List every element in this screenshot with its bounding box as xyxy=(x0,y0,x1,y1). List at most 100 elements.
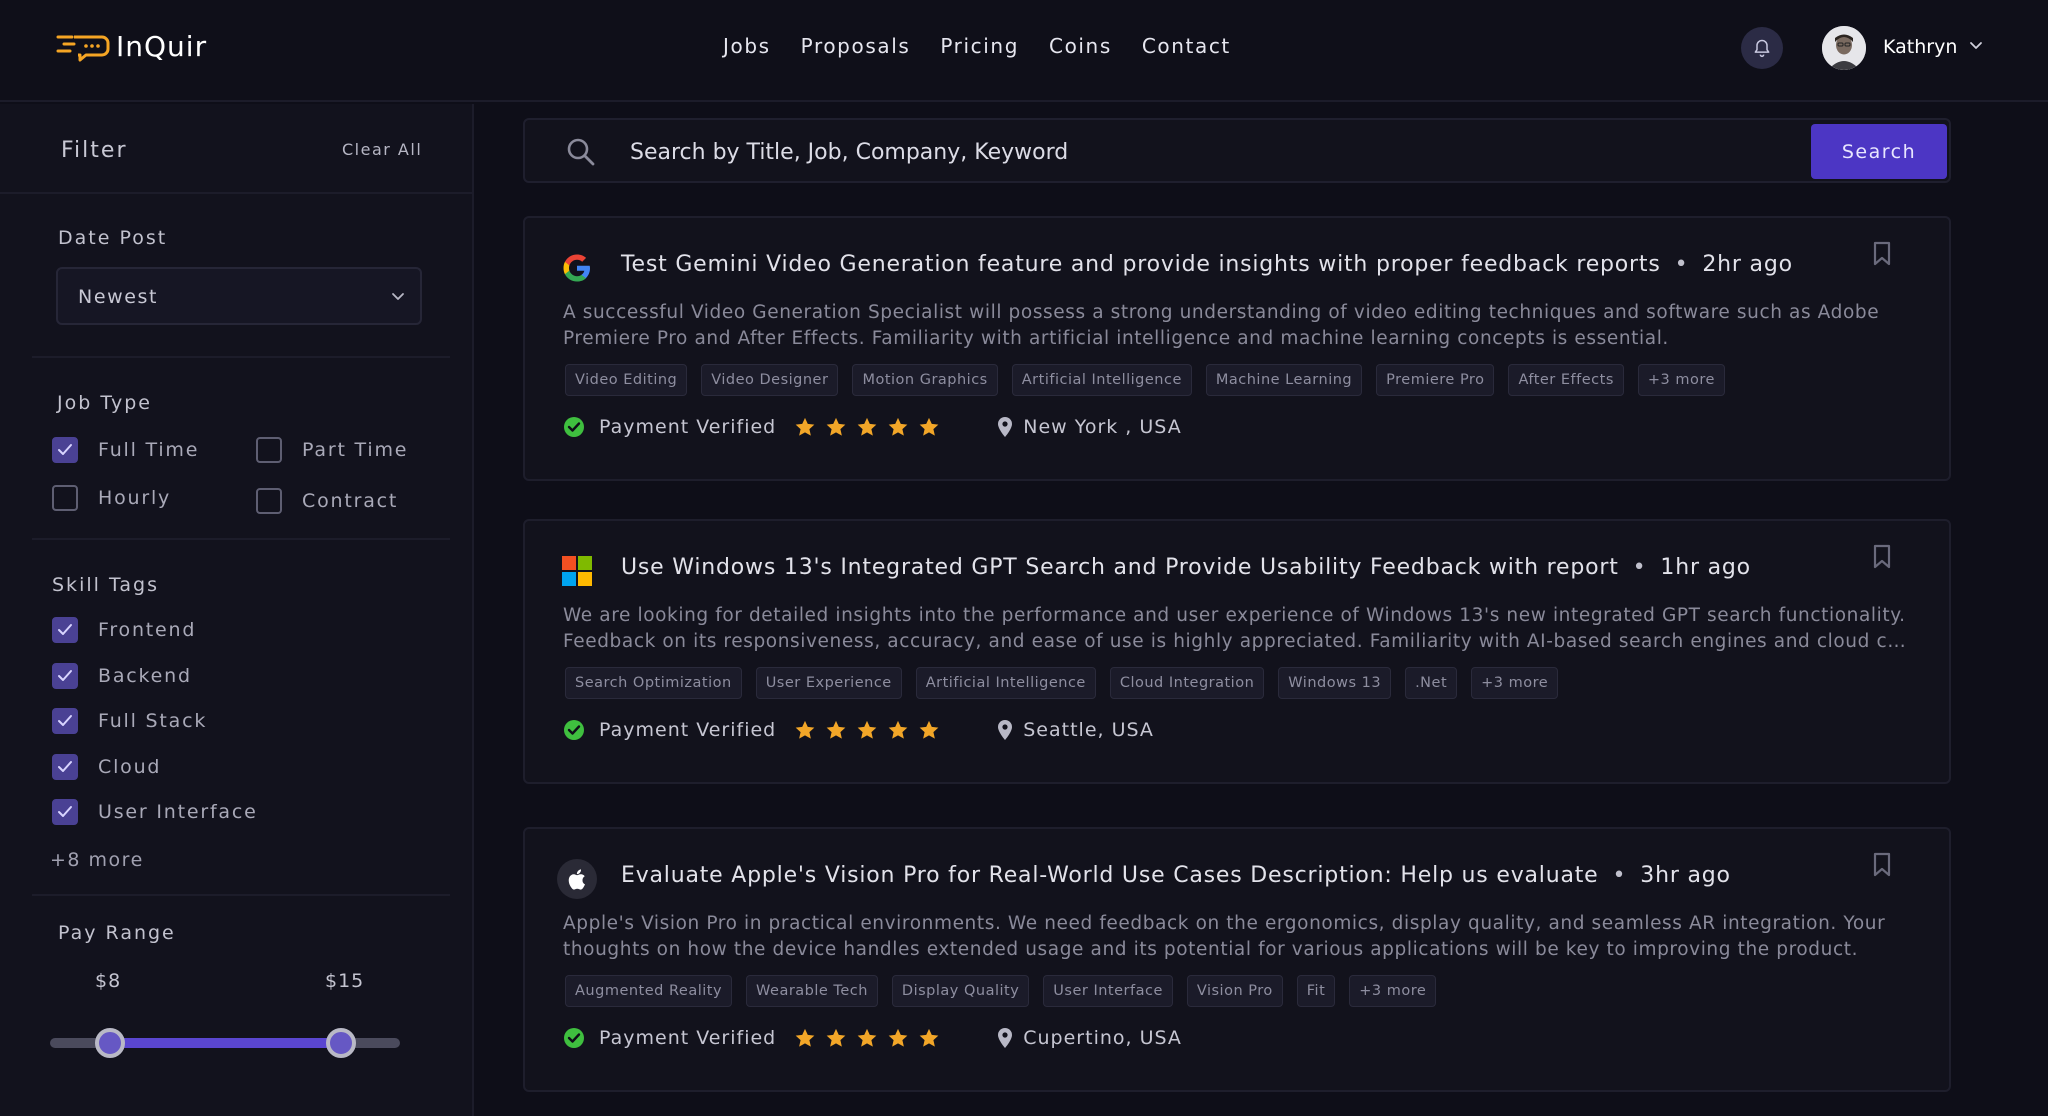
job-card[interactable]: Evaluate Apple's Vision Pro for Real-Wor… xyxy=(523,827,1951,1092)
job-type-hourly[interactable]: Hourly xyxy=(52,485,171,511)
job-location: Seattle, USA xyxy=(1023,719,1154,741)
pay-range-min-handle[interactable] xyxy=(94,1028,125,1058)
search-bar: Search xyxy=(523,118,1951,183)
skill-tag[interactable]: Wearable Tech xyxy=(746,975,878,1007)
bell-icon xyxy=(1754,39,1770,58)
job-meta: Payment Verified New York , USA xyxy=(563,416,1182,438)
job-description-line: Premiere Pro and After Effects. Familiar… xyxy=(563,328,1669,349)
check-icon xyxy=(58,624,72,635)
skill-user-interface[interactable]: User Interface xyxy=(52,799,258,825)
job-title[interactable]: Test Gemini Video Generation feature and… xyxy=(621,252,1793,277)
job-type-label: Job Type xyxy=(57,392,152,414)
skill-tags-label: Skill Tags xyxy=(52,574,160,596)
pay-range-max-handle[interactable] xyxy=(325,1028,356,1058)
search-input[interactable] xyxy=(630,134,1780,170)
skill-backend[interactable]: Backend xyxy=(52,663,192,689)
nav-jobs[interactable]: Jobs xyxy=(723,34,771,58)
nav-contact[interactable]: Contact xyxy=(1142,34,1231,58)
job-type-full-time[interactable]: Full Time xyxy=(52,437,199,463)
checkbox-checked[interactable] xyxy=(52,754,78,780)
job-title[interactable]: Use Windows 13's Integrated GPT Search a… xyxy=(621,555,1751,580)
more-tags[interactable]: +3 more xyxy=(1637,364,1725,396)
job-card[interactable]: Use Windows 13's Integrated GPT Search a… xyxy=(523,519,1951,784)
skill-tag[interactable]: After Effects xyxy=(1508,364,1624,396)
nav-pricing[interactable]: Pricing xyxy=(940,34,1019,58)
skill-full-stack[interactable]: Full Stack xyxy=(52,708,207,734)
job-card[interactable]: Test Gemini Video Generation feature and… xyxy=(523,216,1951,481)
star-icon xyxy=(795,417,815,436)
checkbox-label: Full Stack xyxy=(98,710,208,732)
job-title[interactable]: Evaluate Apple's Vision Pro for Real-Wor… xyxy=(621,863,1731,888)
nav-coins[interactable]: Coins xyxy=(1049,34,1112,58)
more-tags[interactable]: +3 more xyxy=(1349,975,1437,1007)
check-icon xyxy=(58,806,72,817)
payment-verified: Payment Verified xyxy=(599,1027,777,1049)
app-logo[interactable]: InQuir xyxy=(56,30,207,63)
job-title-text: Use Windows 13's Integrated GPT Search a… xyxy=(621,555,1619,580)
checkbox-label: Cloud xyxy=(98,756,162,778)
skill-tag[interactable]: .Net xyxy=(1405,667,1458,699)
bookmark-icon[interactable] xyxy=(1871,543,1893,571)
verified-check-icon xyxy=(564,1028,584,1048)
job-type-contract[interactable]: Contract xyxy=(256,488,398,514)
job-description: We are looking for detailed insights int… xyxy=(563,603,1913,655)
checkbox[interactable] xyxy=(256,488,282,514)
skill-tag[interactable]: Windows 13 xyxy=(1278,667,1392,699)
checkbox[interactable] xyxy=(256,437,282,463)
skill-tag[interactable]: Display Quality xyxy=(891,975,1030,1007)
pay-range-label: Pay Range xyxy=(58,922,176,944)
verified-check-icon xyxy=(564,720,584,740)
bookmark-icon[interactable] xyxy=(1871,851,1893,879)
rating-stars xyxy=(794,416,949,438)
job-title-text: Test Gemini Video Generation feature and… xyxy=(621,252,1661,277)
user-name[interactable]: Kathryn xyxy=(1883,36,1957,58)
skill-tag[interactable]: Artificial Intelligence xyxy=(1011,364,1192,396)
skill-tag[interactable]: Machine Learning xyxy=(1205,364,1363,396)
more-tags[interactable]: +3 more xyxy=(1471,667,1559,699)
checkbox-checked[interactable] xyxy=(52,663,78,689)
checkbox[interactable] xyxy=(52,485,78,511)
location-pin-icon xyxy=(998,1028,1013,1048)
more-skills-link[interactable]: +8 more xyxy=(50,849,144,871)
chevron-down-icon[interactable] xyxy=(1968,40,1984,52)
nav-proposals[interactable]: Proposals xyxy=(801,34,911,58)
skill-tag-list: Video Editing Video Designer Motion Grap… xyxy=(565,364,1739,396)
pay-max-value: $15 xyxy=(325,970,365,992)
checkbox-checked[interactable] xyxy=(52,708,78,734)
skill-tag[interactable]: Motion Graphics xyxy=(852,364,998,396)
skill-tag[interactable]: Premiere Pro xyxy=(1376,364,1495,396)
job-title-text: Evaluate Apple's Vision Pro for Real-Wor… xyxy=(621,863,1599,888)
job-type-part-time[interactable]: Part Time xyxy=(256,437,408,463)
skill-tag[interactable]: Video Designer xyxy=(701,364,839,396)
search-button[interactable]: Search xyxy=(1811,124,1947,179)
bookmark-icon[interactable] xyxy=(1871,240,1893,268)
skill-tag[interactable]: Artificial Intelligence xyxy=(915,667,1096,699)
skill-tag[interactable]: Augmented Reality xyxy=(565,975,733,1007)
top-header: InQuir Jobs Proposals Pricing Coins Cont… xyxy=(0,0,2048,102)
date-post-value: Newest xyxy=(78,286,159,308)
skill-frontend[interactable]: Frontend xyxy=(52,617,196,643)
checkbox-label: Hourly xyxy=(98,487,172,509)
skill-tag[interactable]: Search Optimization xyxy=(565,667,742,699)
notifications-button[interactable] xyxy=(1741,27,1783,69)
checkbox-checked[interactable] xyxy=(52,437,78,463)
star-icon xyxy=(888,720,908,739)
check-icon xyxy=(58,444,72,455)
checkbox-checked[interactable] xyxy=(52,799,78,825)
skill-tag[interactable]: Fit xyxy=(1296,975,1336,1007)
star-icon xyxy=(919,1028,939,1047)
avatar[interactable] xyxy=(1822,26,1866,70)
date-post-select[interactable]: Newest xyxy=(56,267,422,325)
star-icon xyxy=(888,417,908,436)
star-icon xyxy=(857,1028,877,1047)
skill-tag[interactable]: Vision Pro xyxy=(1186,975,1283,1007)
skill-cloud[interactable]: Cloud xyxy=(52,754,161,780)
job-meta: Payment Verified Cupertino, USA xyxy=(563,1027,1182,1049)
skill-tag[interactable]: Cloud Integration xyxy=(1109,667,1265,699)
skill-tag[interactable]: User Interface xyxy=(1043,975,1173,1007)
star-icon xyxy=(919,417,939,436)
clear-all-button[interactable]: Clear All xyxy=(342,140,422,159)
skill-tag[interactable]: User Experience xyxy=(755,667,902,699)
checkbox-checked[interactable] xyxy=(52,617,78,643)
skill-tag[interactable]: Video Editing xyxy=(565,364,688,396)
